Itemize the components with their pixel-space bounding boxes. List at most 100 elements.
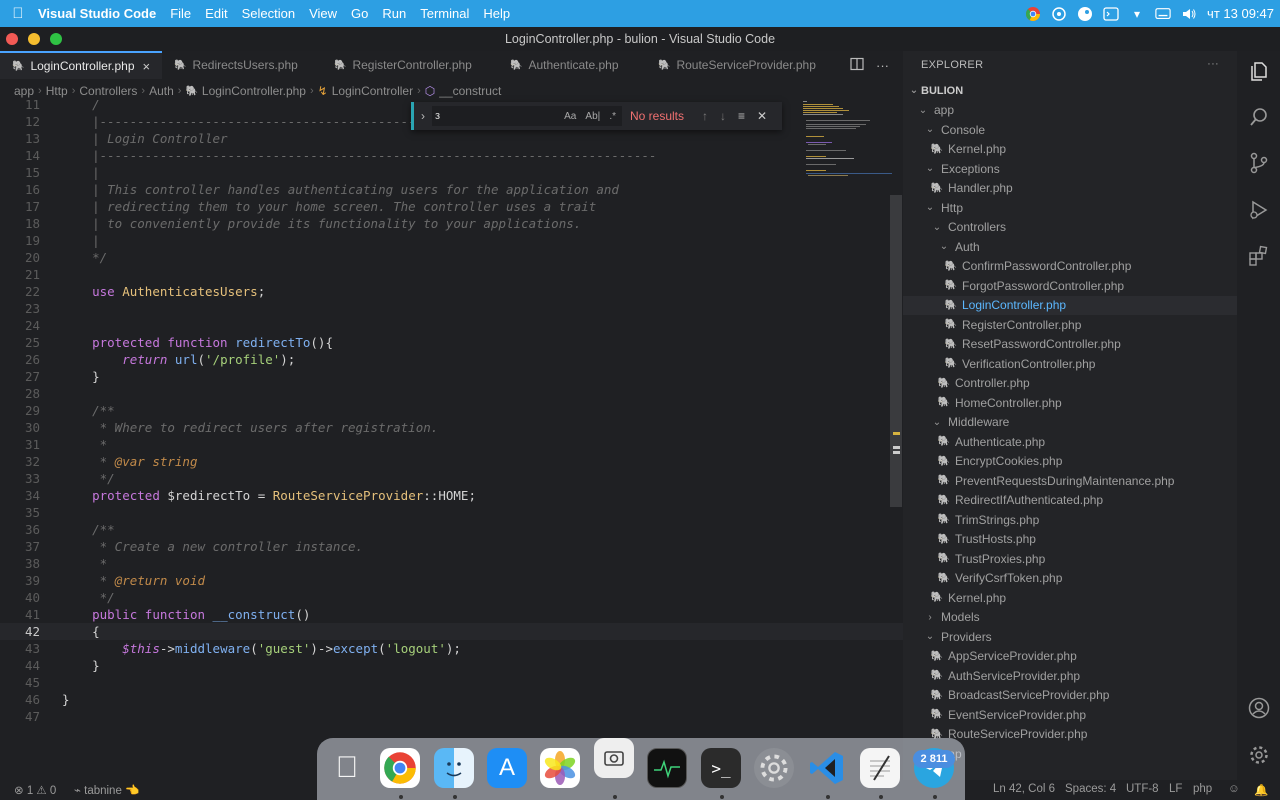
code-editor[interactable]: 11 / 12 |--------------------------------… bbox=[0, 100, 903, 780]
indentation[interactable]: Spaces: 4 bbox=[1065, 783, 1116, 795]
volume-icon[interactable] bbox=[1181, 6, 1197, 22]
file-tree-item[interactable]: 🐘 AuthServiceProvider.php bbox=[903, 666, 1237, 686]
settings-gear-icon[interactable] bbox=[1248, 744, 1270, 766]
menu-help[interactable]: Help bbox=[483, 6, 510, 21]
code-line[interactable]: 47 bbox=[0, 708, 903, 725]
line-endings[interactable]: LF bbox=[1169, 783, 1182, 795]
find-in-selection-icon[interactable]: ≡ bbox=[738, 109, 745, 123]
tab-route-service-provider[interactable]: 🐘 RouteServiceProvider.php bbox=[646, 51, 826, 79]
close-tab-icon[interactable]: × bbox=[143, 59, 151, 74]
code-line[interactable]: 44 } bbox=[0, 657, 903, 674]
file-tree-item[interactable]: 🐘 VerificationController.php bbox=[903, 354, 1237, 374]
breadcrumb-controllers[interactable]: Controllers bbox=[79, 84, 137, 98]
textedit-icon[interactable] bbox=[860, 748, 900, 788]
code-line[interactable]: 38 * bbox=[0, 555, 903, 572]
folder-tree-item[interactable]: ⌄ Providers bbox=[903, 627, 1237, 647]
code-line[interactable]: 41 public function __construct() bbox=[0, 606, 903, 623]
file-tree-item[interactable]: 🐘 Authenticate.php bbox=[903, 432, 1237, 452]
code-line[interactable]: 40 */ bbox=[0, 589, 903, 606]
folder-tree-item[interactable]: ⌄ Exceptions bbox=[903, 159, 1237, 179]
code-line[interactable]: 23 bbox=[0, 300, 903, 317]
screenshot-icon[interactable] bbox=[594, 738, 634, 778]
menu-go[interactable]: Go bbox=[351, 6, 368, 21]
code-line[interactable]: 25 protected function redirectTo(){ bbox=[0, 334, 903, 351]
code-line[interactable]: 45 bbox=[0, 674, 903, 691]
file-tree-item[interactable]: 🐘 Kernel.php bbox=[903, 140, 1237, 160]
breadcrumb-auth[interactable]: Auth bbox=[149, 84, 174, 98]
keyboard-status-icon[interactable] bbox=[1155, 6, 1171, 22]
system-preferences-icon[interactable] bbox=[754, 748, 794, 788]
code-line[interactable]: 17 | redirecting them to your home scree… bbox=[0, 198, 903, 215]
breadcrumb-method[interactable]: __construct bbox=[439, 84, 501, 98]
code-line[interactable]: 22 use AuthenticatesUsers; bbox=[0, 283, 903, 300]
file-tree-item[interactable]: 🐘 RegisterController.php bbox=[903, 315, 1237, 335]
tab-authenticate[interactable]: 🐘 Authenticate.php bbox=[498, 51, 646, 79]
code-line[interactable]: 20 */ bbox=[0, 249, 903, 266]
file-tree-item[interactable]: 🐘 PreventRequestsDuringMaintenance.php bbox=[903, 471, 1237, 491]
file-encoding[interactable]: UTF-8 bbox=[1126, 783, 1159, 795]
problems-indicator[interactable]: ⊗ 1 ⚠ 0 bbox=[14, 783, 56, 797]
code-line[interactable]: 18 | to conveniently provide its functio… bbox=[0, 215, 903, 232]
breadcrumb-file[interactable]: LoginController.php bbox=[202, 84, 306, 98]
folder-tree-item[interactable]: ⌄ Auth bbox=[903, 237, 1237, 257]
code-line[interactable]: 14 |------------------------------------… bbox=[0, 147, 903, 164]
file-tree-item[interactable]: 🐘 ConfirmPasswordController.php bbox=[903, 257, 1237, 277]
file-tree-item[interactable]: 🐘 TrustProxies.php bbox=[903, 549, 1237, 569]
code-line[interactable]: 16 | This controller handles authenticat… bbox=[0, 181, 903, 198]
breadcrumb-app[interactable]: app bbox=[14, 84, 34, 98]
file-tree-item[interactable]: 🐘 RedirectIfAuthenticated.php bbox=[903, 491, 1237, 511]
code-line[interactable]: 26 return url('/profile'); bbox=[0, 351, 903, 368]
code-line[interactable]: 37 * Create a new controller instance. bbox=[0, 538, 903, 555]
code-line[interactable]: 28 bbox=[0, 385, 903, 402]
tab-register-controller[interactable]: 🐘 RegisterController.php bbox=[322, 51, 498, 79]
notifications-bell-icon[interactable]: 🔔 bbox=[1254, 783, 1268, 797]
breadcrumb-http[interactable]: Http bbox=[46, 84, 68, 98]
code-line[interactable]: 39 * @return void bbox=[0, 572, 903, 589]
dropdown-status-icon[interactable]: ▾ bbox=[1129, 6, 1145, 22]
toggle-replace-icon[interactable]: › bbox=[414, 109, 432, 123]
sync-status-icon[interactable] bbox=[1051, 6, 1067, 22]
language-mode[interactable]: php bbox=[1193, 783, 1212, 795]
folder-tree-item[interactable]: ⌄ Console bbox=[903, 120, 1237, 140]
photos-icon[interactable] bbox=[540, 748, 580, 788]
code-line[interactable]: 27 } bbox=[0, 368, 903, 385]
whole-word-toggle[interactable]: Ab| bbox=[585, 111, 600, 122]
file-tree-item[interactable]: 🐘 Kernel.php bbox=[903, 588, 1237, 608]
code-line[interactable]: 29 /** bbox=[0, 402, 903, 419]
menu-selection[interactable]: Selection bbox=[242, 6, 295, 21]
finder-apple-icon[interactable]:  bbox=[327, 748, 367, 788]
next-match-icon[interactable]: ↓ bbox=[720, 109, 726, 123]
code-line[interactable]: 35 bbox=[0, 504, 903, 521]
file-tree-item[interactable]: 🐘 TrimStrings.php bbox=[903, 510, 1237, 530]
regex-toggle[interactable]: .* bbox=[609, 111, 616, 122]
cursor-position[interactable]: Ln 42, Col 6 bbox=[993, 783, 1055, 795]
find-input[interactable]: з Aa Ab| .* bbox=[432, 106, 622, 126]
file-tree-item[interactable]: 🐘 BroadcastServiceProvider.php bbox=[903, 686, 1237, 706]
menu-file[interactable]: File bbox=[170, 6, 191, 21]
extensions-icon[interactable] bbox=[1248, 245, 1270, 267]
code-line[interactable]: 43 $this->middleware('guest')->except('l… bbox=[0, 640, 903, 657]
match-case-toggle[interactable]: Aa bbox=[564, 111, 576, 122]
code-line[interactable]: 32 * @var string bbox=[0, 453, 903, 470]
file-tree-item[interactable]: 🐘 AppServiceProvider.php bbox=[903, 647, 1237, 667]
breadcrumb-class[interactable]: LoginController bbox=[332, 84, 413, 98]
search-icon[interactable] bbox=[1248, 106, 1270, 128]
code-line[interactable]: 46} bbox=[0, 691, 903, 708]
vscode-icon[interactable] bbox=[807, 748, 847, 788]
apple-menu-icon[interactable]:  bbox=[6, 5, 30, 22]
file-tree-item[interactable]: 🐘 ResetPasswordController.php bbox=[903, 335, 1237, 355]
steam-status-icon[interactable] bbox=[1077, 6, 1093, 22]
code-line[interactable]: 15 | bbox=[0, 164, 903, 181]
file-tree-item[interactable]: 🐘 LoginController.php bbox=[903, 295, 1237, 315]
folder-tree-item[interactable]: ⌄ Middleware bbox=[903, 413, 1237, 433]
close-find-icon[interactable]: ✕ bbox=[757, 109, 767, 123]
file-tree-item[interactable]: 🐘 HomeController.php bbox=[903, 393, 1237, 413]
file-tree-item[interactable]: 🐘 EventServiceProvider.php bbox=[903, 705, 1237, 725]
menu-edit[interactable]: Edit bbox=[205, 6, 227, 21]
code-line[interactable]: 21 bbox=[0, 266, 903, 283]
vertical-scrollbar[interactable] bbox=[890, 195, 902, 507]
feedback-icon[interactable]: ☺ bbox=[1228, 783, 1240, 795]
workspace-root[interactable]: ⌄ BULION bbox=[903, 81, 1237, 101]
file-tree-item[interactable]: 🐘 TrustHosts.php bbox=[903, 530, 1237, 550]
minimap[interactable] bbox=[800, 100, 895, 190]
